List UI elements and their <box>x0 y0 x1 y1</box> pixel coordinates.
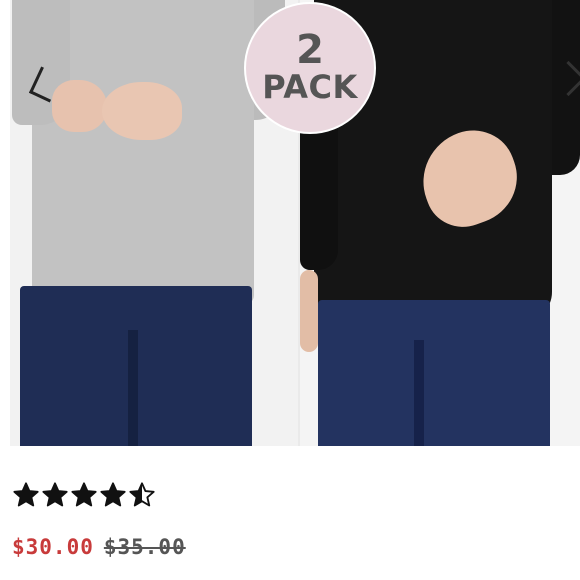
star-half-icon <box>129 482 155 507</box>
jeans-seam <box>414 340 424 446</box>
star-full-icon <box>13 482 39 507</box>
star-rating <box>12 480 157 510</box>
hand <box>102 82 182 140</box>
star-full-icon <box>42 482 68 507</box>
jeans <box>318 300 550 446</box>
star-full-icon <box>71 482 97 507</box>
jeans-seam <box>128 330 138 446</box>
star-full-icon <box>100 482 126 507</box>
two-pack-badge: 2 PACK <box>244 2 376 134</box>
hand <box>300 270 318 352</box>
badge-text: PACK <box>262 68 358 106</box>
price-row: $30.00 $35.00 <box>12 532 186 562</box>
sale-price: $30.00 <box>12 535 94 559</box>
original-price: $35.00 <box>103 535 186 559</box>
hand <box>52 80 107 132</box>
badge-number: 2 <box>296 27 324 73</box>
product-image[interactable]: 2 PACK <box>10 0 580 446</box>
